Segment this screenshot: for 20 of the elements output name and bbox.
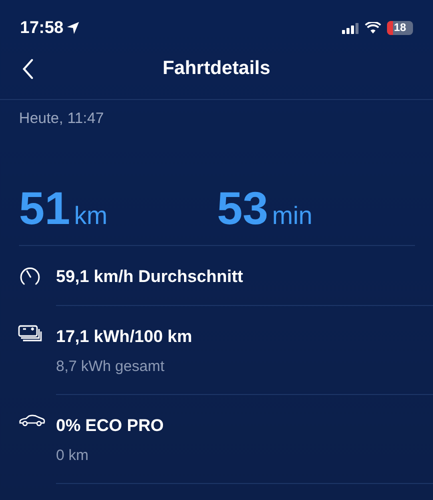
wifi-icon — [365, 22, 381, 34]
detail-subtitle: 0 km — [56, 446, 90, 466]
page-title: Fahrtdetails — [162, 57, 270, 82]
detail-title: 17,1 kWh/100 km — [56, 326, 194, 348]
stat-value: 51 — [19, 184, 70, 230]
battery-indicator: 18 — [387, 21, 413, 35]
detail-title: 0% ECO PRO — [56, 415, 165, 437]
stat-unit: min — [272, 204, 312, 228]
location-arrow-icon — [66, 21, 80, 35]
battery-stack-icon — [18, 324, 44, 342]
status-time: 17:58 — [20, 17, 64, 40]
stat-value: 53 — [217, 184, 268, 230]
car-icon — [18, 413, 46, 427]
detail-title: 59,1 km/h Durchschnitt — [56, 266, 244, 288]
detail-subtitle: 8,7 kWh gesamt — [56, 356, 166, 376]
trip-date: Heute, 11:47 — [18, 109, 105, 129]
back-button[interactable] — [22, 58, 34, 80]
back-icon — [22, 58, 34, 80]
signal-icon — [342, 22, 359, 34]
stat-unit: km — [74, 204, 108, 228]
